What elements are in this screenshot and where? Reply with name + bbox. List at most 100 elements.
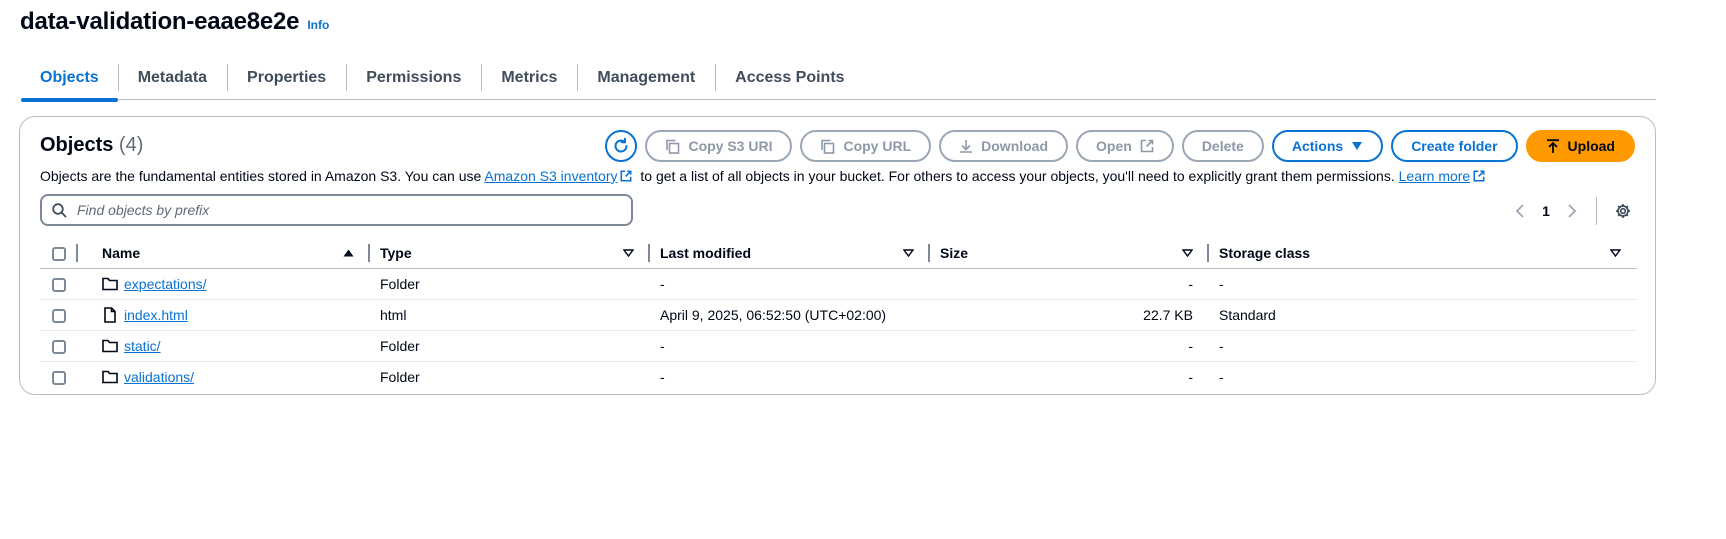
storage-class-cell: - xyxy=(1209,330,1637,362)
column-header-last-modified[interactable]: Last modified xyxy=(650,238,930,269)
sort-icon xyxy=(1182,249,1193,257)
objects-heading: Objects (4) xyxy=(40,134,143,157)
sort-icon xyxy=(623,249,634,257)
copy-icon xyxy=(666,139,680,154)
objects-toolbar: Copy S3 URI Copy URL Download Open Delet… xyxy=(605,130,1635,162)
size-cell: - xyxy=(1188,369,1193,386)
type-cell: Folder xyxy=(370,268,650,300)
column-storage-class-label: Storage class xyxy=(1219,245,1311,261)
learn-more-link[interactable]: Learn more xyxy=(1399,168,1471,184)
column-header-name[interactable]: Name xyxy=(92,238,370,269)
chevron-right-icon xyxy=(1568,204,1577,218)
column-divider xyxy=(76,244,78,262)
column-header-size[interactable]: Size xyxy=(930,238,1209,269)
row-checkbox[interactable] xyxy=(52,371,66,386)
copy-url-label: Copy URL xyxy=(843,138,912,154)
search-icon xyxy=(52,202,67,218)
size-cell: - xyxy=(930,330,1209,362)
sort-ascending-icon xyxy=(343,249,354,257)
open-label: Open xyxy=(1096,138,1132,154)
download-label: Download xyxy=(981,138,1049,154)
page-header: data-validation-eaae8e2e Info xyxy=(20,8,329,36)
table-row[interactable]: expectations/ Folder - - - xyxy=(40,268,1637,300)
name-cell: expectations/ xyxy=(92,268,370,300)
tab-objects[interactable]: Objects xyxy=(21,56,118,102)
sort-icon xyxy=(903,249,914,257)
column-header-storage-class[interactable]: Storage class xyxy=(1209,238,1637,269)
copy-s3-uri-label: Copy S3 URI xyxy=(688,138,773,154)
tab-metadata[interactable]: Metadata xyxy=(117,56,227,100)
tab-access-points[interactable]: Access Points xyxy=(715,56,864,100)
column-type-label: Type xyxy=(380,245,412,261)
size-cell: - xyxy=(930,268,1209,300)
actions-label: Actions xyxy=(1291,138,1344,154)
actions-button[interactable]: Actions xyxy=(1271,130,1384,162)
select-all-checkbox[interactable] xyxy=(52,247,66,262)
name-cell: index.html xyxy=(92,299,370,331)
delete-button[interactable]: Delete xyxy=(1181,130,1264,162)
sort-icon xyxy=(1610,249,1621,257)
copy-icon xyxy=(821,139,835,154)
column-size-label: Size xyxy=(940,245,969,261)
copy-url-button[interactable]: Copy URL xyxy=(800,130,932,162)
create-folder-label: Create folder xyxy=(1411,138,1498,154)
row-select-cell xyxy=(40,330,92,362)
preferences-button[interactable] xyxy=(1609,197,1637,225)
create-folder-button[interactable]: Create folder xyxy=(1391,130,1518,162)
last-modified-cell: - xyxy=(650,330,930,362)
next-page-button[interactable] xyxy=(1558,197,1586,225)
objects-table: Name Type Last modified Size Storage cla… xyxy=(40,238,1637,393)
object-name-link[interactable]: validations/ xyxy=(124,369,194,385)
table-row[interactable]: validations/ Folder - - - xyxy=(40,362,1637,393)
current-page[interactable]: 1 xyxy=(1534,203,1558,219)
upload-button[interactable]: Upload xyxy=(1525,130,1635,162)
gear-icon xyxy=(1616,204,1630,218)
column-name-label: Name xyxy=(102,245,141,261)
refresh-icon xyxy=(614,137,628,153)
objects-description: Objects are the fundamental entities sto… xyxy=(40,168,1489,184)
row-checkbox[interactable] xyxy=(52,278,66,293)
row-select-cell xyxy=(40,268,92,300)
caret-down-icon xyxy=(1352,142,1363,150)
storage-class-cell: - xyxy=(1209,268,1637,300)
name-cell: validations/ xyxy=(92,362,370,393)
search-input[interactable] xyxy=(77,202,621,218)
row-checkbox[interactable] xyxy=(52,309,66,324)
last-modified-cell: April 9, 2025, 06:52:50 (UTC+02:00) xyxy=(650,299,930,331)
table-row[interactable]: index.html html April 9, 2025, 06:52:50 … xyxy=(40,299,1637,331)
download-button[interactable]: Download xyxy=(939,130,1069,162)
tab-management[interactable]: Management xyxy=(577,56,715,100)
previous-page-button[interactable] xyxy=(1506,197,1534,225)
tab-metrics[interactable]: Metrics xyxy=(481,56,577,100)
last-modified-cell: - xyxy=(650,268,930,300)
info-link[interactable]: Info xyxy=(307,18,329,32)
folder-icon xyxy=(102,370,118,384)
column-header-type[interactable]: Type xyxy=(370,238,650,269)
tab-permissions[interactable]: Permissions xyxy=(346,56,481,100)
row-checkbox[interactable] xyxy=(52,340,66,355)
copy-s3-uri-button[interactable]: Copy S3 URI xyxy=(645,130,793,162)
row-select-cell xyxy=(40,299,92,331)
type-cell: Folder xyxy=(380,369,420,386)
upload-label: Upload xyxy=(1567,138,1615,154)
table-row[interactable]: static/ Folder - - - xyxy=(40,330,1637,362)
upload-icon xyxy=(1546,138,1559,153)
s3-inventory-link[interactable]: Amazon S3 inventory xyxy=(484,168,617,184)
external-link-icon xyxy=(620,170,632,182)
search-box xyxy=(40,194,633,226)
open-button[interactable]: Open xyxy=(1076,130,1174,162)
object-name-link[interactable]: expectations/ xyxy=(124,276,207,292)
tab-properties[interactable]: Properties xyxy=(227,56,346,100)
download-icon xyxy=(960,140,973,153)
bucket-title: data-validation-eaae8e2e xyxy=(20,8,300,35)
objects-count: (4) xyxy=(118,134,144,156)
tab-bar: Objects Metadata Properties Permissions … xyxy=(21,56,1656,102)
name-cell: static/ xyxy=(92,330,370,362)
pagination: 1 xyxy=(1506,195,1637,227)
folder-icon xyxy=(102,339,118,353)
object-name-link[interactable]: index.html xyxy=(124,307,188,323)
column-last-modified-label: Last modified xyxy=(660,245,752,261)
type-cell: Folder xyxy=(370,330,650,362)
refresh-button[interactable] xyxy=(605,130,638,162)
object-name-link[interactable]: static/ xyxy=(124,338,161,354)
